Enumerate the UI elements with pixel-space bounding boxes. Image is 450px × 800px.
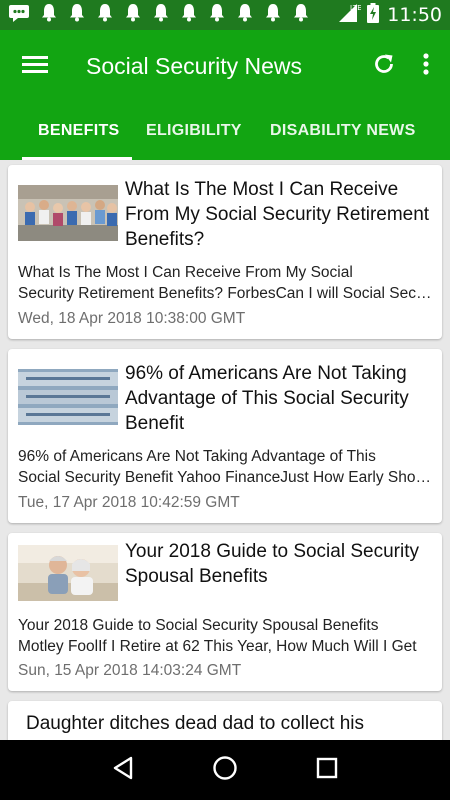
bell-icon (68, 3, 86, 27)
overflow-menu-button[interactable] (416, 48, 436, 84)
tab-bar: BENEFITS ELIGIBILITY DISABILITY NEWS (0, 102, 450, 160)
article-thumbnail (18, 369, 118, 425)
bell-icon (124, 3, 142, 27)
article-title: Your 2018 Guide to Social Security Spous… (125, 541, 419, 587)
bell-icon (40, 3, 58, 27)
article-summary-line: What Is The Most I Can Receive From My S… (18, 264, 353, 281)
home-circle-icon (212, 755, 238, 786)
news-card[interactable]: Daughter ditches dead dad to collect his (8, 701, 442, 740)
article-summary-line: Security Retirement Benefits? ForbesCan … (18, 285, 432, 302)
tab-disability-news[interactable]: DISABILITY NEWS (270, 102, 416, 160)
app-title: Social Security News (86, 52, 303, 79)
app-bar: Social Security News BENEFITS ELIGIBILIT… (0, 30, 450, 160)
article-summary-line: Social Security Benefit Yahoo FinanceJus… (18, 469, 432, 486)
bell-icon (208, 3, 226, 27)
back-button[interactable] (103, 750, 143, 790)
signal-icon: LTE (337, 3, 362, 28)
clock-time: 11:50 (387, 4, 442, 26)
article-summary: 96% of Americans Are Not Taking Advantag… (18, 446, 432, 488)
article-summary-line: Motley FoolIf I Retire at 62 This Year, … (18, 638, 417, 655)
chat-icon (8, 4, 30, 27)
article-title: What Is The Most I Can Receive From My S… (125, 179, 430, 250)
status-bar: LTE 11:50 (0, 0, 450, 30)
bell-icon (292, 3, 310, 27)
bell-icon (236, 3, 254, 27)
home-button[interactable] (205, 750, 245, 790)
menu-button[interactable] (20, 51, 50, 81)
battery-charging-icon (367, 2, 380, 28)
bell-icon (264, 3, 282, 27)
article-summary-line: 96% of Americans Are Not Taking Advantag… (18, 448, 376, 465)
news-card[interactable]: 96% of Americans Are Not Taking Advantag… (8, 349, 442, 523)
refresh-icon (372, 52, 396, 81)
article-summary-line: Your 2018 Guide to Social Security Spous… (18, 617, 379, 634)
notification-icons (8, 3, 310, 27)
news-card[interactable]: Your 2018 Guide to Social Security Spous… (8, 533, 442, 691)
article-date: Wed, 18 Apr 2018 10:38:00 GMT (18, 310, 246, 327)
more-vert-icon (423, 52, 429, 80)
news-list[interactable]: What Is The Most I Can Receive From My S… (0, 160, 450, 740)
article-thumbnail (18, 185, 118, 241)
article-thumbnail (18, 545, 118, 601)
article-date: Tue, 17 Apr 2018 10:42:59 GMT (18, 494, 240, 511)
article-summary: Your 2018 Guide to Social Security Spous… (18, 615, 432, 657)
bell-icon (152, 3, 170, 27)
article-date: Sun, 15 Apr 2018 14:03:24 GMT (18, 662, 242, 679)
recents-square-icon (316, 757, 338, 784)
article-summary: What Is The Most I Can Receive From My S… (18, 262, 432, 304)
tab-benefits[interactable]: BENEFITS (38, 102, 120, 160)
network-type-label: LTE (350, 4, 361, 12)
bell-icon (96, 3, 114, 27)
tab-eligibility[interactable]: ELIGIBILITY (146, 102, 242, 160)
refresh-button[interactable] (366, 48, 402, 84)
hamburger-menu-icon (22, 54, 48, 79)
bell-icon (180, 3, 198, 27)
article-title: 96% of Americans Are Not Taking Advantag… (125, 363, 409, 434)
recents-button[interactable] (307, 750, 347, 790)
system-navigation-bar (0, 740, 450, 800)
news-card[interactable]: What Is The Most I Can Receive From My S… (8, 165, 442, 339)
back-triangle-icon (112, 756, 134, 785)
article-title: Daughter ditches dead dad to collect his (26, 713, 364, 734)
